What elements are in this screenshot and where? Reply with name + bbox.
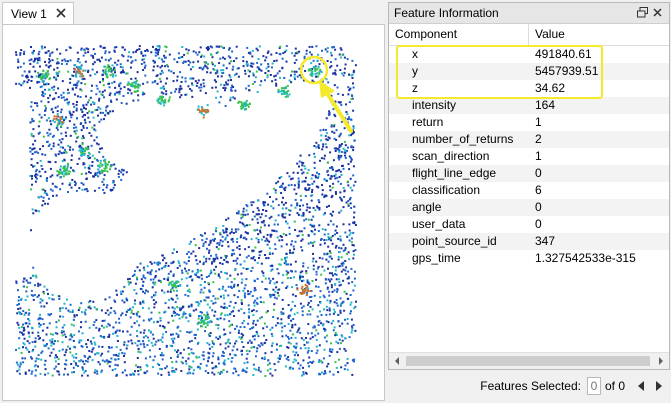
component-cell: x bbox=[412, 47, 418, 61]
annotation-arrow bbox=[319, 80, 353, 133]
component-cell: intensity bbox=[412, 98, 457, 112]
table-row[interactable]: user_data 0 bbox=[389, 216, 669, 233]
close-panel-icon[interactable] bbox=[651, 6, 664, 19]
table-row[interactable]: intensity 164 bbox=[389, 97, 669, 114]
table-row[interactable]: x 491840.61 bbox=[389, 46, 669, 63]
features-selected-label: Features Selected: bbox=[480, 379, 581, 393]
selection-footer: Features Selected: 0 of 0 bbox=[388, 372, 671, 400]
table-header: Component Value bbox=[389, 24, 669, 46]
feature-information-panel: Feature Information Component Value x 491… bbox=[388, 2, 670, 370]
table-row[interactable]: number_of_returns 2 bbox=[389, 131, 669, 148]
value-cell: 6 bbox=[535, 183, 542, 197]
value-cell: 164 bbox=[535, 98, 556, 112]
column-header-component[interactable]: Component bbox=[389, 24, 529, 45]
view-panel: View 1 bbox=[0, 0, 386, 403]
close-icon[interactable] bbox=[55, 7, 67, 19]
component-cell: flight_line_edge bbox=[412, 166, 497, 180]
table-row[interactable]: point_source_id 347 bbox=[389, 233, 669, 250]
value-cell: 5457939.51 bbox=[535, 64, 599, 78]
value-cell: 491840.61 bbox=[535, 47, 592, 61]
component-cell: scan_direction bbox=[412, 149, 490, 163]
scroll-right-icon[interactable] bbox=[657, 357, 665, 365]
value-cell: 2 bbox=[535, 132, 542, 146]
selected-total-label: of 0 bbox=[604, 379, 625, 393]
point-cloud-canvas[interactable] bbox=[3, 25, 384, 400]
tab-label: View 1 bbox=[11, 6, 47, 21]
component-cell: point_source_id bbox=[412, 234, 497, 248]
point-cloud-view[interactable] bbox=[2, 24, 385, 401]
horizontal-scrollbar[interactable] bbox=[389, 352, 669, 369]
component-cell: angle bbox=[412, 200, 442, 214]
point-cloud-points bbox=[15, 45, 357, 377]
component-cell: gps_time bbox=[412, 251, 461, 265]
table-row[interactable]: flight_line_edge 0 bbox=[389, 165, 669, 182]
triangle-right-icon bbox=[656, 381, 662, 391]
value-cell: 0 bbox=[535, 217, 542, 231]
feature-table: Component Value x 491840.61 y 5457939.51 z 34… bbox=[389, 24, 669, 267]
float-panel-icon[interactable] bbox=[636, 6, 649, 19]
column-header-value[interactable]: Value bbox=[529, 24, 669, 45]
table-row[interactable]: y 5457939.51 bbox=[389, 63, 669, 80]
selected-index-input[interactable]: 0 bbox=[586, 377, 601, 395]
panel-title: Feature Information bbox=[394, 6, 499, 20]
table-row[interactable]: return 1 bbox=[389, 114, 669, 131]
panel-titlebar: Feature Information bbox=[389, 3, 669, 24]
value-cell: 1.327542533e-315 bbox=[535, 251, 636, 265]
tab-view-1[interactable]: View 1 bbox=[2, 2, 74, 24]
value-cell: 347 bbox=[535, 234, 556, 248]
triangle-left-icon bbox=[638, 381, 644, 391]
value-cell: 0 bbox=[535, 166, 542, 180]
previous-feature-button[interactable] bbox=[635, 379, 647, 393]
component-cell: user_data bbox=[412, 217, 466, 231]
table-row[interactable]: gps_time 1.327542533e-315 bbox=[389, 250, 669, 267]
table-row[interactable]: scan_direction 1 bbox=[389, 148, 669, 165]
value-cell: 1 bbox=[535, 149, 542, 163]
app-window: View 1 Feature Information Component Val… bbox=[0, 0, 671, 403]
component-cell: z bbox=[412, 81, 418, 95]
value-cell: 34.62 bbox=[535, 81, 566, 95]
value-cell: 1 bbox=[535, 115, 542, 129]
component-cell: return bbox=[412, 115, 444, 129]
component-cell: y bbox=[412, 64, 418, 78]
table-row[interactable]: angle 0 bbox=[389, 199, 669, 216]
scroll-left-icon[interactable] bbox=[393, 357, 401, 365]
value-cell: 0 bbox=[535, 200, 542, 214]
component-cell: classification bbox=[412, 183, 481, 197]
next-feature-button[interactable] bbox=[653, 379, 665, 393]
table-body: x 491840.61 y 5457939.51 z 34.62 intensity 164 r… bbox=[389, 46, 669, 267]
table-row[interactable]: classification 6 bbox=[389, 182, 669, 199]
component-cell: number_of_returns bbox=[412, 132, 514, 146]
scrollbar-thumb[interactable] bbox=[406, 356, 650, 366]
table-row[interactable]: z 34.62 bbox=[389, 80, 669, 97]
